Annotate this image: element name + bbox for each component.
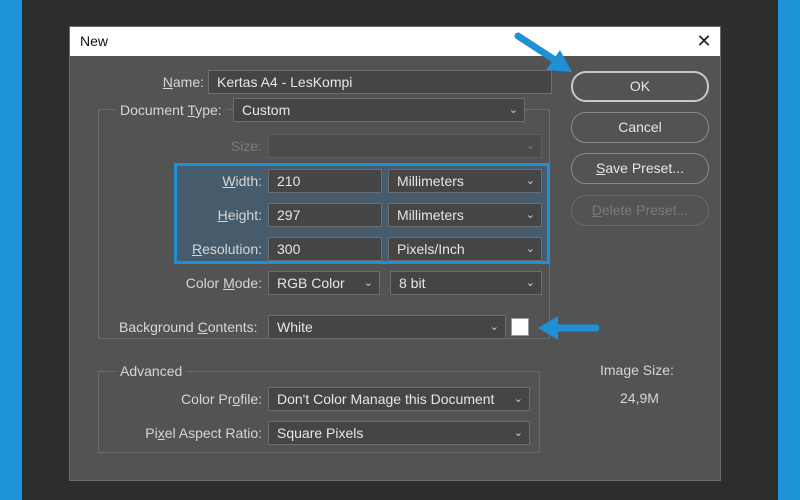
width-label: Width: <box>222 173 262 189</box>
resolution-input[interactable]: 300 <box>268 237 382 261</box>
color-profile-select[interactable]: Don't Color Manage this Document ⌄ <box>268 387 530 411</box>
right-blue-border <box>778 0 800 500</box>
background-contents-select[interactable]: White ⌄ <box>268 315 506 339</box>
pixel-aspect-ratio-select[interactable]: Square Pixels ⌄ <box>268 421 530 445</box>
chevron-down-icon: ⌄ <box>525 140 535 152</box>
document-type-select[interactable]: Custom ⌄ <box>233 98 525 122</box>
size-label: Size: <box>230 138 262 154</box>
pixel-aspect-ratio-value: Square Pixels <box>277 425 364 441</box>
arrow-to-swatch-icon <box>538 316 600 340</box>
document-type-value: Custom <box>242 102 291 118</box>
resolution-unit-select[interactable]: Pixels/Inch ⌄ <box>388 237 542 261</box>
color-profile-label: Color Profile: <box>181 391 262 407</box>
width-unit-select[interactable]: Millimeters ⌄ <box>388 169 542 193</box>
bit-depth-value: 8 bit <box>399 275 426 291</box>
delete-preset-button: Delete Preset... <box>571 195 709 226</box>
background-contents-value: White <box>277 319 313 335</box>
chevron-down-icon: ⌄ <box>508 104 518 116</box>
chevron-down-icon: ⌄ <box>513 427 523 439</box>
arrow-to-ok-icon <box>514 32 572 72</box>
chevron-down-icon: ⌄ <box>525 277 535 289</box>
color-profile-value: Don't Color Manage this Document <box>277 391 495 407</box>
color-mode-select[interactable]: RGB Color ⌄ <box>268 271 380 295</box>
chevron-down-icon: ⌄ <box>513 393 523 405</box>
chevron-down-icon: ⌄ <box>363 277 373 289</box>
new-document-dialog: New ✕ Name: Kertas A4 - LesKompi Documen… <box>69 26 721 481</box>
image-size-label: Image Size: <box>600 362 674 378</box>
height-unit-select[interactable]: Millimeters ⌄ <box>388 203 542 227</box>
name-input[interactable]: Kertas A4 - LesKompi <box>208 70 552 94</box>
width-unit-value: Millimeters <box>397 173 464 189</box>
resolution-unit-value: Pixels/Inch <box>397 241 465 257</box>
save-preset-button[interactable]: Save Preset... <box>571 153 709 184</box>
dialog-titlebar: New ✕ <box>70 27 720 56</box>
chevron-down-icon: ⌄ <box>525 243 535 255</box>
height-label: Height: <box>217 207 262 223</box>
background-color-swatch[interactable] <box>511 318 529 336</box>
document-type-label: Document Type: <box>116 98 226 122</box>
advanced-legend: Advanced <box>116 362 187 380</box>
bit-depth-select[interactable]: 8 bit ⌄ <box>390 271 542 295</box>
pixel-aspect-ratio-label: Pixel Aspect Ratio: <box>145 425 262 441</box>
color-mode-value: RGB Color <box>277 275 345 291</box>
left-blue-border <box>0 0 22 500</box>
color-mode-label: Color Mode: <box>185 275 262 291</box>
chevron-down-icon: ⌄ <box>525 175 535 187</box>
cancel-button[interactable]: Cancel <box>571 112 709 143</box>
dialog-title: New <box>80 33 109 49</box>
name-label: Name: <box>162 74 204 90</box>
size-select: ⌄ <box>268 134 542 158</box>
height-input[interactable]: 297 <box>268 203 382 227</box>
close-icon[interactable]: ✕ <box>694 31 714 51</box>
chevron-down-icon: ⌄ <box>525 209 535 221</box>
background-contents-label: Background Contents: <box>119 319 258 335</box>
ok-button[interactable]: OK <box>571 71 709 102</box>
resolution-label: Resolution: <box>191 241 262 257</box>
width-input[interactable]: 210 <box>268 169 382 193</box>
height-unit-value: Millimeters <box>397 207 464 223</box>
chevron-down-icon: ⌄ <box>489 321 499 333</box>
image-size-value: 24,9M <box>620 390 659 406</box>
